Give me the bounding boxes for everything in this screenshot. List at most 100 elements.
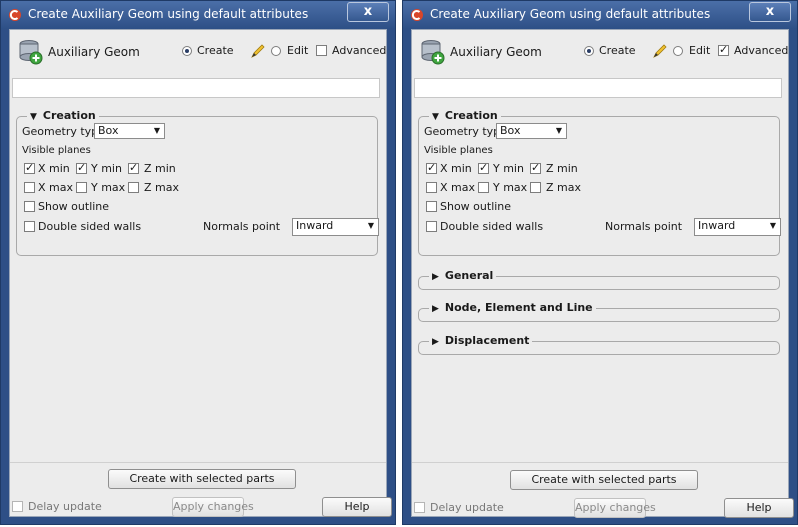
dropdown-arrow-icon: ▼: [153, 126, 160, 135]
title-bar[interactable]: Create Auxiliary Geom using default attr…: [1, 1, 395, 29]
zmin-label: Z min: [144, 162, 176, 175]
dropdown-arrow-icon: ▼: [555, 126, 562, 135]
triangle-down-icon: ▼: [432, 112, 439, 122]
edit-label: Edit: [287, 44, 309, 57]
zmin-label: Z min: [546, 162, 578, 175]
double-sided-checkbox[interactable]: [426, 221, 437, 232]
pencil-icon: [653, 44, 667, 58]
show-outline-checkbox[interactable]: [426, 201, 437, 212]
advanced-checkbox[interactable]: [316, 45, 327, 56]
zmax-checkbox[interactable]: [530, 182, 541, 193]
ymin-checkbox[interactable]: [478, 161, 489, 174]
advanced-label: Advanced: [332, 44, 387, 57]
geometry-type-value: Box: [98, 124, 119, 137]
node-element-line-group: ▶ Node, Element and Line: [418, 301, 780, 322]
normals-point-value: Inward: [296, 219, 334, 232]
zmax-label: Z max: [144, 181, 179, 194]
app-logo-icon: [9, 9, 21, 21]
xmax-label: X max: [440, 181, 475, 194]
zmax-checkbox[interactable]: [128, 182, 139, 193]
creation-header[interactable]: ▼ Creation: [27, 109, 99, 122]
displacement-title: Displacement: [444, 334, 530, 347]
general-group: ▶ General: [418, 269, 780, 290]
name-input[interactable]: [414, 78, 782, 98]
triangle-right-icon: ▶: [432, 304, 439, 314]
app-name: Auxiliary Geom: [450, 45, 542, 59]
apply-changes-button[interactable]: Apply changes: [172, 497, 254, 517]
ymin-checkbox[interactable]: [76, 161, 87, 174]
title-bar[interactable]: Create Auxiliary Geom using default attr…: [403, 1, 797, 29]
dialog-body: Auxiliary Geom Create Edit Advanced ▼ Cre…: [411, 29, 794, 518]
creation-group: ▼ Creation Geometry type Box ▼ Visible pl…: [418, 109, 781, 256]
ymax-label: Y max: [91, 181, 126, 194]
zmin-checkbox[interactable]: [530, 161, 541, 174]
show-outline-checkbox[interactable]: [24, 201, 35, 212]
app-logo-icon: [411, 9, 423, 21]
show-outline-label: Show outline: [440, 200, 512, 213]
xmin-label: X min: [38, 162, 70, 175]
delay-update-checkbox[interactable]: [12, 501, 23, 512]
create-with-selected-parts-button[interactable]: Create with selected parts: [108, 469, 296, 489]
mode-bar: Auxiliary Geom Create Edit Advanced: [412, 30, 788, 72]
normals-point-select[interactable]: Inward ▼: [292, 218, 379, 236]
creation-header[interactable]: ▼ Creation: [429, 109, 501, 122]
general-header[interactable]: ▶ General: [429, 269, 497, 282]
edit-radio[interactable]: [271, 46, 281, 56]
geometry-type-label: Geometry type: [22, 125, 105, 138]
ymax-label: Y max: [493, 181, 528, 194]
help-button[interactable]: Help: [724, 498, 794, 518]
xmin-label: X min: [440, 162, 472, 175]
xmax-checkbox[interactable]: [426, 182, 437, 193]
create-with-selected-parts-button[interactable]: Create with selected parts: [510, 470, 698, 490]
database-add-icon: [421, 40, 445, 65]
ymax-checkbox[interactable]: [76, 182, 87, 193]
zmax-label: Z max: [546, 181, 581, 194]
xmax-checkbox[interactable]: [24, 182, 35, 193]
creation-title: Creation: [444, 109, 498, 122]
name-input[interactable]: [12, 78, 380, 98]
displacement-group: ▶ Displacement: [418, 334, 780, 355]
pencil-icon: [251, 44, 265, 58]
advanced-checkbox[interactable]: [718, 43, 729, 56]
dialog-body: Auxiliary Geom Create Edit Advanced ▼ Cre…: [9, 29, 392, 517]
xmin-checkbox[interactable]: [24, 161, 35, 174]
geometry-type-select[interactable]: Box ▼: [94, 123, 165, 139]
ymin-label: Y min: [493, 162, 524, 175]
create-radio[interactable]: [584, 46, 594, 56]
triangle-down-icon: ▼: [30, 112, 37, 122]
window-title: Create Auxiliary Geom using default attr…: [28, 7, 309, 21]
edit-radio[interactable]: [673, 46, 683, 56]
dropdown-arrow-icon: ▼: [769, 221, 776, 230]
visible-planes-label: Visible planes: [22, 145, 91, 156]
geometry-type-label: Geometry type: [424, 125, 507, 138]
normals-point-select[interactable]: Inward ▼: [694, 218, 781, 236]
close-button[interactable]: x: [749, 2, 791, 22]
help-button[interactable]: Help: [322, 497, 392, 517]
database-add-icon: [19, 40, 43, 65]
create-label: Create: [599, 44, 636, 57]
apply-changes-button[interactable]: Apply changes: [574, 498, 656, 518]
displacement-header[interactable]: ▶ Displacement: [429, 334, 533, 347]
zmin-checkbox[interactable]: [128, 161, 139, 174]
window-title: Create Auxiliary Geom using default attr…: [430, 7, 711, 21]
ymax-checkbox[interactable]: [478, 182, 489, 193]
dialog-window-advanced: Create Auxiliary Geom using default attr…: [402, 0, 798, 525]
xmin-checkbox[interactable]: [426, 161, 437, 174]
advanced-label: Advanced: [734, 44, 789, 57]
visible-planes-label: Visible planes: [424, 145, 493, 156]
xmax-label: X max: [38, 181, 73, 194]
dialog-window-basic: Create Auxiliary Geom using default attr…: [0, 0, 396, 525]
footer-divider: [412, 462, 788, 463]
delay-update-label: Delay update: [28, 500, 102, 513]
general-title: General: [444, 269, 494, 282]
geometry-type-value: Box: [500, 124, 521, 137]
node-element-line-header[interactable]: ▶ Node, Element and Line: [429, 301, 596, 314]
delay-update-label: Delay update: [430, 501, 504, 514]
create-radio[interactable]: [182, 46, 192, 56]
double-sided-checkbox[interactable]: [24, 221, 35, 232]
close-button[interactable]: x: [347, 2, 389, 22]
geometry-type-select[interactable]: Box ▼: [496, 123, 567, 139]
creation-title: Creation: [42, 109, 96, 122]
delay-update-checkbox[interactable]: [414, 502, 425, 513]
footer-divider: [10, 462, 386, 463]
